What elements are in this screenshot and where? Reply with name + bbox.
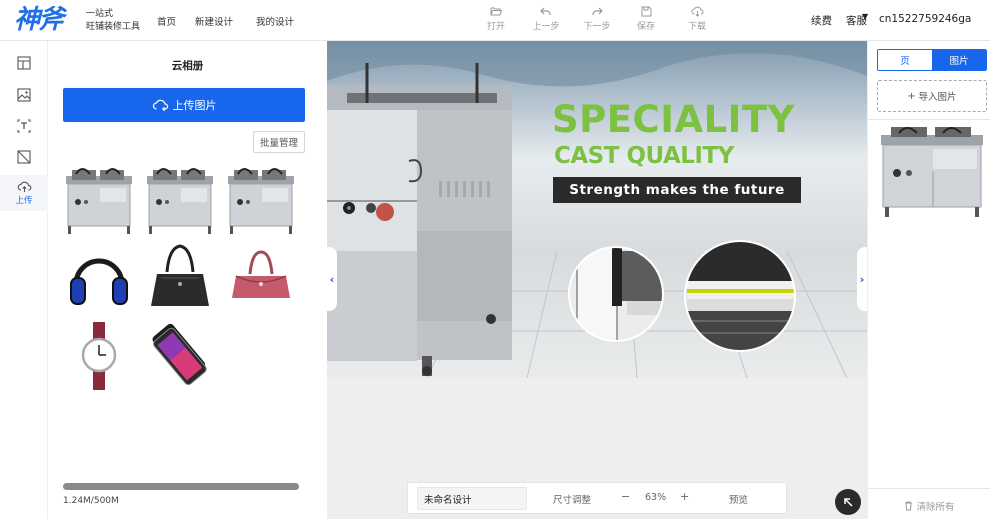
renew-link[interactable]: 续费 <box>811 13 832 28</box>
nav-home[interactable]: 首页 <box>157 14 176 28</box>
canvas-bottom-toolbar: 尺寸调整 − 63% + 预览 <box>407 482 787 514</box>
download-button[interactable]: 下载 <box>677 6 717 32</box>
tab-image[interactable]: 图片 <box>932 50 986 70</box>
open-button[interactable]: 打开 <box>476 6 516 32</box>
banner-headline-2[interactable]: CAST QUALITY <box>554 142 734 170</box>
cloud-download-icon <box>691 6 703 17</box>
image-icon <box>17 88 31 102</box>
cloud-album-panel: 云相册 上传图片 批量管理 1.24M/500M <box>48 41 327 519</box>
app-logo[interactable]: 神斧 <box>14 4 64 36</box>
upload-image-button[interactable]: 上传图片 <box>63 88 305 122</box>
canvas-prev-arrow[interactable]: ‹ <box>327 247 337 311</box>
divider <box>868 488 990 489</box>
panel-title: 云相册 <box>171 60 204 72</box>
storage-usage-bar <box>63 483 299 490</box>
album-thumb-watch[interactable] <box>62 318 136 392</box>
design-name-input[interactable] <box>417 487 527 510</box>
undo-button[interactable]: 上一步 <box>526 6 566 32</box>
folder-open-icon <box>490 7 502 16</box>
chevron-down-icon[interactable]: ▼ <box>862 12 868 21</box>
import-image-button[interactable]: + 导入图片 <box>877 80 987 112</box>
divider <box>868 119 990 120</box>
redo-icon <box>592 7 603 15</box>
zoom-in-button[interactable]: + <box>680 490 689 503</box>
background-icon <box>17 150 31 164</box>
album-thumb-fryer-3[interactable] <box>224 162 298 236</box>
album-thumb-phone[interactable] <box>143 318 217 392</box>
banner-design[interactable]: SPECIALITY CAST QUALITY Strength makes t… <box>327 41 867 378</box>
zoom-out-button[interactable]: − <box>621 490 630 503</box>
design-canvas[interactable]: SPECIALITY CAST QUALITY Strength makes t… <box>327 41 867 519</box>
undo-icon <box>540 7 551 15</box>
album-thumb-pink-bag[interactable] <box>224 240 298 314</box>
redo-button[interactable]: 下一步 <box>577 6 617 32</box>
banner-headline-1[interactable]: SPECIALITY <box>552 100 795 140</box>
collapse-fab[interactable] <box>835 489 861 515</box>
album-thumb-headphones[interactable] <box>62 240 136 314</box>
album-thumb-black-bag[interactable] <box>143 240 217 314</box>
rail-background[interactable] <box>0 141 48 173</box>
rail-image[interactable] <box>0 79 48 111</box>
save-button[interactable]: 保存 <box>626 6 666 32</box>
album-thumb-fryer-1[interactable] <box>62 162 136 236</box>
cloud-upload-icon <box>17 181 31 192</box>
user-account[interactable]: cn1522759246ga <box>879 13 971 25</box>
panel-tab-switch: 页 图片 <box>877 49 987 71</box>
trash-icon <box>905 501 913 511</box>
storage-usage-text: 1.24M/500M <box>63 496 119 506</box>
rail-upload[interactable]: 上传 <box>0 175 48 211</box>
album-thumb-fryer-2[interactable] <box>143 162 217 236</box>
right-panel: 页 图片 + 导入图片 清除所有 <box>867 41 990 519</box>
resize-button[interactable]: 尺寸调整 <box>553 492 591 506</box>
layout-icon <box>17 56 31 70</box>
page-image-thumb[interactable] <box>877 123 987 219</box>
rail-text[interactable] <box>0 110 48 142</box>
batch-manage-button[interactable]: 批量管理 <box>253 131 305 153</box>
tool-rail: 上传 <box>0 41 48 519</box>
rail-layout[interactable] <box>0 47 48 79</box>
clear-all-button[interactable]: 清除所有 <box>868 499 990 513</box>
preview-button[interactable]: 预览 <box>729 492 748 506</box>
cloud-upload-icon <box>152 99 168 111</box>
plus-icon: + <box>907 90 916 102</box>
top-header: 神斧 一站式 旺铺装修工具 首页 新建设计 我的设计 打开 上一步 下一步 保存… <box>0 0 990 41</box>
banner-slogan[interactable]: Strength makes the future <box>553 177 801 203</box>
text-frame-icon <box>17 119 31 133</box>
save-icon <box>641 6 651 17</box>
zoom-level: 63% <box>645 492 667 503</box>
app-tagline: 一站式 旺铺装修工具 <box>86 9 141 32</box>
nav-my-designs[interactable]: 我的设计 <box>256 14 294 28</box>
banner-background <box>327 41 867 378</box>
canvas-next-arrow[interactable]: › <box>857 247 867 311</box>
tab-page[interactable]: 页 <box>878 50 932 70</box>
nav-new-design[interactable]: 新建设计 <box>195 14 233 28</box>
arrow-up-left-icon <box>843 497 853 507</box>
